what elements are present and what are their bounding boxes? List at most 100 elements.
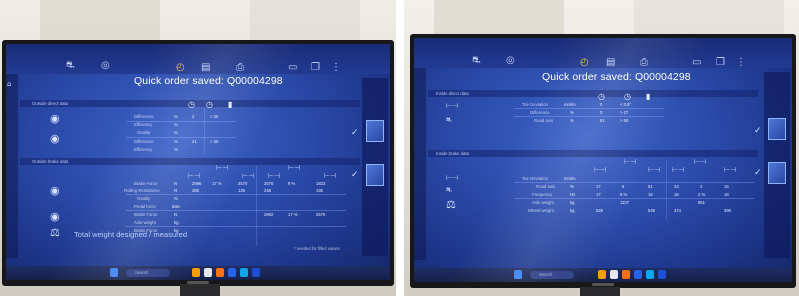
taskbar: Search — [414, 268, 792, 282]
document-icon[interactable]: ▭ — [288, 62, 297, 74]
browser-icon[interactable] — [646, 270, 654, 279]
row-label: Brake Force — [134, 212, 158, 217]
check-icon[interactable]: ✓ — [754, 168, 762, 178]
thumbnail[interactable] — [768, 118, 786, 140]
unit-cell: mm/m — [564, 176, 576, 181]
weight-icon: ⚖ — [50, 226, 60, 239]
value-cell: 248 — [264, 188, 271, 193]
thumbnail[interactable] — [366, 164, 384, 186]
app-icon[interactable] — [204, 268, 212, 277]
unit-cell: N — [174, 188, 178, 193]
value-cell: 2996 — [192, 181, 202, 186]
sidebar — [6, 74, 18, 258]
unit-cell: % — [570, 184, 574, 189]
axle-icon: ⛐ — [446, 186, 453, 194]
page-title: Quick order saved: Q00004298 — [542, 71, 691, 83]
app-icon[interactable] — [228, 268, 236, 277]
row-label: Pedal force — [134, 204, 156, 209]
folder-icon[interactable] — [622, 270, 630, 279]
stopwatch-icon: ◷ — [206, 100, 213, 109]
app-icon[interactable] — [192, 268, 200, 277]
value-cell: 6 % — [620, 192, 628, 197]
value-cell: 2570 — [238, 181, 248, 186]
limit-cell: > 30 — [210, 114, 219, 119]
copy-icon[interactable]: ❐ — [716, 57, 725, 69]
section-header — [428, 150, 758, 157]
value-cell: 195 — [316, 188, 323, 193]
menu-icon[interactable]: ⋮ — [736, 57, 746, 69]
value-cell: 549 — [648, 208, 655, 213]
check-icon[interactable]: ✓ — [754, 126, 762, 136]
app-icon[interactable] — [252, 268, 260, 277]
column-header: Toe Deviation — [522, 176, 549, 181]
printer-icon[interactable]: ⎙ — [640, 57, 648, 69]
toe-icon: ⊢⊣ — [446, 102, 459, 110]
taskbar-search[interactable]: Search — [126, 269, 170, 277]
unit-cell: kg — [174, 220, 179, 225]
wheel-right-icon: ⊢⊣ — [242, 172, 255, 180]
taskbar: Search — [6, 266, 390, 280]
app-toolbar: ⛐ ◎ ◴ ▤ ⎙ ▭ ❐ ⋮ — [6, 44, 390, 74]
car-icon[interactable]: ⛐ — [66, 60, 75, 72]
value-cell: 61 — [600, 118, 605, 123]
clock-icon[interactable]: ◴ — [580, 57, 589, 69]
app-icon[interactable] — [634, 270, 642, 279]
grid-icon[interactable]: ▤ — [201, 62, 210, 74]
left-photo: ⛐ ◎ ◴ ▤ ⎙ ▭ ❐ ⋮ Quick order saved: Q0000… — [0, 0, 396, 296]
monitor-stand — [580, 287, 620, 296]
stopwatch-icon: ◷ — [598, 92, 605, 101]
row-label: Efficiency — [134, 147, 153, 152]
value-cell: 51 — [648, 184, 653, 189]
divider — [514, 108, 664, 109]
divider — [126, 210, 346, 211]
app-icon[interactable] — [598, 270, 606, 279]
unit-cell: kg — [570, 200, 575, 205]
clock-icon[interactable]: ◴ — [176, 62, 185, 74]
axle-icon: ⊢⊣ — [694, 158, 707, 166]
section-title: Inside direct data — [436, 91, 469, 96]
copy-icon[interactable]: ❐ — [311, 62, 320, 74]
wheel-icon[interactable]: ◎ — [101, 60, 110, 72]
check-icon[interactable]: ✓ — [351, 170, 359, 180]
value-cell: 0 — [600, 110, 603, 115]
printer-icon[interactable]: ⎙ — [236, 62, 244, 74]
thumbnail[interactable] — [366, 120, 384, 142]
value-cell: 2 — [192, 114, 195, 119]
value-cell: 1107 — [620, 200, 630, 205]
monitor-screen: ⛐ ◎ ◴ ▤ ⎙ ▭ ❐ ⋮ Quick order saved: Q0000… — [6, 44, 390, 280]
value-cell: 17 — [596, 184, 601, 189]
value-cell: 17 % — [212, 181, 222, 186]
app-icon[interactable] — [658, 270, 666, 279]
unit-cell: Hz — [570, 192, 576, 197]
unit-cell: N — [174, 181, 178, 186]
limit-cell: > 30 — [210, 139, 219, 144]
section-title: Inside brake data — [436, 151, 469, 156]
start-icon[interactable] — [514, 270, 522, 279]
axle-icon: ⛐ — [446, 116, 453, 124]
value-cell: 2570 — [316, 212, 326, 217]
folder-icon[interactable] — [216, 268, 224, 277]
axle-icon: ⊢⊣ — [288, 164, 301, 172]
wheel-left-icon: ⊢⊣ — [268, 172, 281, 180]
divider — [256, 166, 257, 246]
home-icon[interactable]: ⌂ — [7, 80, 11, 88]
menu-icon[interactable]: ⋮ — [331, 62, 341, 74]
start-icon[interactable] — [110, 268, 118, 277]
grid-icon[interactable]: ▤ — [606, 57, 615, 69]
app-icon[interactable] — [610, 270, 618, 279]
value-cell: 851 — [698, 200, 705, 205]
value-cell: 135 — [238, 188, 245, 193]
car-icon[interactable]: ⛐ — [472, 55, 481, 67]
wheel-icon[interactable]: ◎ — [506, 55, 515, 67]
document-icon[interactable]: ▭ — [692, 57, 701, 69]
app-toolbar: ⛐ ◎ ◴ ▤ ⎙ ▭ ❐ ⋮ — [414, 38, 792, 68]
thumbnail[interactable] — [768, 162, 786, 184]
value-cell: 16 — [648, 192, 653, 197]
toe-icon: ⊢⊣ — [446, 174, 459, 182]
unit-cell: mm/m — [564, 102, 576, 107]
taskbar-search[interactable]: Search — [530, 271, 574, 279]
bar-icon: ▮ — [646, 92, 651, 101]
check-icon[interactable]: ✓ — [351, 128, 359, 138]
browser-icon[interactable] — [240, 268, 248, 277]
value-cell: 17 — [596, 192, 601, 197]
